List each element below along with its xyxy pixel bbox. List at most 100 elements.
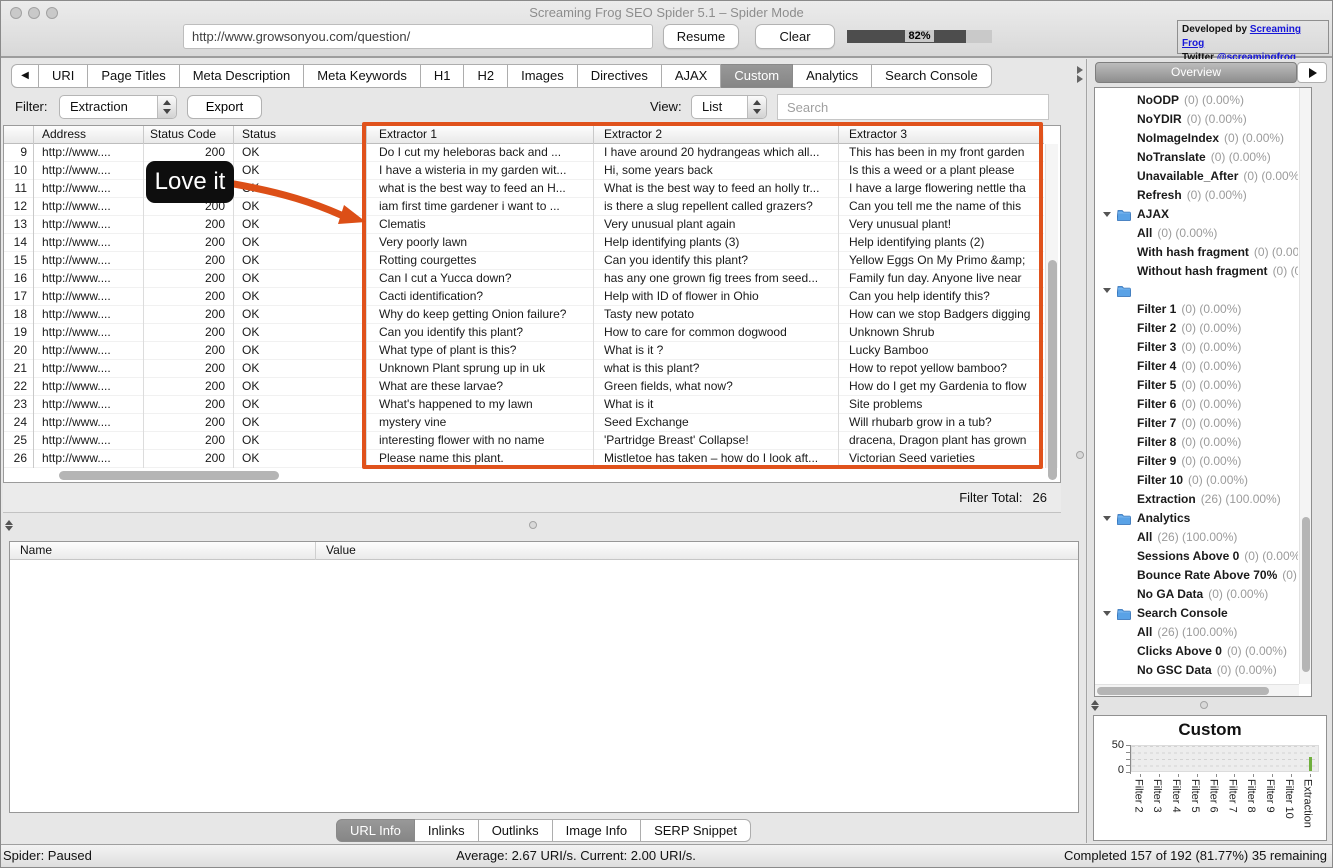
table-row[interactable]: 14 http://www.... 200 OK Very poorly law… xyxy=(4,234,1044,252)
column-header-extractor1[interactable]: Extractor 1 xyxy=(367,126,594,144)
overview-tree-item[interactable]: With hash fragment(0) (0.00%) xyxy=(1095,243,1298,262)
table-row[interactable]: 17 http://www.... 200 OK Cacti identific… xyxy=(4,288,1044,306)
overview-tree-item[interactable]: NoODP(0) (0.00%) xyxy=(1095,91,1298,110)
address-cell[interactable]: http://www.... xyxy=(34,360,144,378)
overview-tree-item[interactable]: No GSC Data(0) (0.00%) xyxy=(1095,661,1298,680)
overview-tree-item[interactable]: Extraction(26) (100.00%) xyxy=(1095,490,1298,509)
table-row[interactable]: 13 http://www.... 200 OK Clematis Very u… xyxy=(4,216,1044,234)
address-cell[interactable]: http://www.... xyxy=(34,378,144,396)
bottom-tab[interactable]: Inlinks xyxy=(415,819,479,842)
overview-tree-item[interactable]: Filter 2(0) (0.00%) xyxy=(1095,319,1298,338)
horizontal-splitter[interactable] xyxy=(1,513,1087,541)
address-cell[interactable]: http://www.... xyxy=(34,324,144,342)
overview-tree-item[interactable]: All(26) (100.00%) xyxy=(1095,623,1298,642)
overview-tree-item[interactable]: Filter 3(0) (0.00%) xyxy=(1095,338,1298,357)
url-input[interactable] xyxy=(183,24,653,49)
column-header-extractor3[interactable]: Extractor 3 xyxy=(839,126,1044,144)
bottom-tab[interactable]: URL Info xyxy=(336,819,415,842)
clear-button[interactable]: Clear xyxy=(755,24,835,49)
detail-column-value[interactable]: Value xyxy=(315,542,356,560)
column-header-status-code[interactable]: Status Code xyxy=(144,126,234,144)
address-cell[interactable]: http://www.... xyxy=(34,432,144,450)
overview-tree-item[interactable]: Refresh(0) (0.00%) xyxy=(1095,186,1298,205)
address-cell[interactable]: http://www.... xyxy=(34,306,144,324)
sidebar-splitter[interactable] xyxy=(1088,699,1333,713)
main-tab[interactable]: URI xyxy=(39,64,88,88)
tree-horizontal-scrollbar[interactable] xyxy=(1095,684,1299,696)
overview-tree-item[interactable]: Filter 5(0) (0.00%) xyxy=(1095,376,1298,395)
disclosure-triangle-icon[interactable] xyxy=(1103,611,1111,616)
export-button[interactable]: Export xyxy=(187,95,262,119)
address-cell[interactable]: http://www.... xyxy=(34,396,144,414)
tab-overflow-arrows[interactable] xyxy=(1077,65,1087,85)
overview-tree-item[interactable]: Clicks Above 0(0) (0.00%) xyxy=(1095,642,1298,661)
main-tab[interactable]: H2 xyxy=(464,64,508,88)
overview-tree-item[interactable]: Filter 1(0) (0.00%) xyxy=(1095,300,1298,319)
address-cell[interactable]: http://www.... xyxy=(34,144,144,162)
disclosure-triangle-icon[interactable] xyxy=(1103,516,1111,521)
main-tab[interactable]: Meta Description xyxy=(180,64,305,88)
address-cell[interactable]: http://www.... xyxy=(34,234,144,252)
table-vertical-scrollbar[interactable] xyxy=(1045,144,1058,468)
splitter-handle[interactable] xyxy=(1200,701,1208,709)
row-number-header[interactable] xyxy=(4,126,34,144)
main-tab[interactable]: H1 xyxy=(421,64,465,88)
table-row[interactable]: 20 http://www.... 200 OK What type of pl… xyxy=(4,342,1044,360)
search-input[interactable] xyxy=(777,94,1049,120)
overview-tree-item[interactable]: NoTranslate(0) (0.00%) xyxy=(1095,148,1298,167)
column-header-address[interactable]: Address xyxy=(34,126,144,144)
overview-tree-item[interactable]: Without hash fragment(0) (0.00%) xyxy=(1095,262,1298,281)
table-row[interactable]: 16 http://www.... 200 OK Can I cut a Yuc… xyxy=(4,270,1044,288)
main-tab[interactable]: Search Console xyxy=(872,64,992,88)
bottom-tab[interactable]: Outlinks xyxy=(479,819,553,842)
address-cell[interactable]: http://www.... xyxy=(34,198,144,216)
overview-tree-item[interactable]: Filter 10(0) (0.00%) xyxy=(1095,471,1298,490)
scrollbar-thumb[interactable] xyxy=(1302,517,1310,672)
main-tab[interactable]: Directives xyxy=(578,64,662,88)
table-row[interactable]: 24 http://www.... 200 OK mystery vine Se… xyxy=(4,414,1044,432)
splitter-handle[interactable] xyxy=(529,521,537,529)
table-row[interactable]: 25 http://www.... 200 OK interesting flo… xyxy=(4,432,1044,450)
filter-dropdown[interactable]: Extraction xyxy=(59,95,177,119)
overview-tree-item[interactable]: Filter 7(0) (0.00%) xyxy=(1095,414,1298,433)
overview-tree-item[interactable]: Sessions Above 0(0) (0.00%) xyxy=(1095,547,1298,566)
address-cell[interactable]: http://www.... xyxy=(34,252,144,270)
bottom-tab[interactable]: Image Info xyxy=(553,819,641,842)
address-cell[interactable]: http://www.... xyxy=(34,216,144,234)
address-cell[interactable]: http://www.... xyxy=(34,450,144,468)
scrollbar-thumb[interactable] xyxy=(1097,687,1269,695)
overview-tree-item[interactable]: Analytics xyxy=(1095,509,1298,528)
overview-tree-item[interactable]: Bounce Rate Above 70%(0) (0.00%) xyxy=(1095,566,1298,585)
column-header-status[interactable]: Status xyxy=(234,126,367,144)
scrollbar-thumb[interactable] xyxy=(1048,260,1057,480)
tree-vertical-scrollbar[interactable] xyxy=(1299,88,1311,684)
splitter-collapse-icon[interactable] xyxy=(1091,700,1099,711)
address-cell[interactable]: http://www.... xyxy=(34,414,144,432)
disclosure-triangle-icon[interactable] xyxy=(1103,212,1111,217)
panel-splitter-handle[interactable] xyxy=(1076,451,1084,459)
table-row[interactable]: 21 http://www.... 200 OK Unknown Plant s… xyxy=(4,360,1044,378)
table-row[interactable]: 26 http://www.... 200 OK Please name thi… xyxy=(4,450,1044,468)
disclosure-triangle-icon[interactable] xyxy=(1103,288,1111,293)
address-cell[interactable]: http://www.... xyxy=(34,270,144,288)
overview-tree-item[interactable]: Filter 9(0) (0.00%) xyxy=(1095,452,1298,471)
address-cell[interactable]: http://www.... xyxy=(34,342,144,360)
overview-tree-item[interactable]: All(0) (0.00%) xyxy=(1095,224,1298,243)
overview-tree-item[interactable]: Unavailable_After(0) (0.00%) xyxy=(1095,167,1298,186)
overview-header[interactable]: Overview xyxy=(1095,62,1297,83)
table-row[interactable]: 9 http://www.... 200 OK Do I cut my hele… xyxy=(4,144,1044,162)
overview-tree-item[interactable]: NoYDIR(0) (0.00%) xyxy=(1095,110,1298,129)
splitter-collapse-icon[interactable] xyxy=(5,520,13,531)
detail-column-name[interactable]: Name xyxy=(10,542,52,560)
address-cell[interactable]: http://www.... xyxy=(34,162,144,180)
main-tab[interactable]: Page Titles xyxy=(88,64,179,88)
table-row[interactable]: 15 http://www.... 200 OK Rotting courget… xyxy=(4,252,1044,270)
resume-button[interactable]: Resume xyxy=(663,24,739,49)
overview-tree-item[interactable]: Custom xyxy=(1095,281,1298,300)
overview-tree-item[interactable]: Search Console xyxy=(1095,604,1298,623)
column-header-extractor2[interactable]: Extractor 2 xyxy=(594,126,839,144)
tab-scroll-left-button[interactable]: ◀ xyxy=(11,64,39,88)
address-cell[interactable]: http://www.... xyxy=(34,288,144,306)
overview-tree-item[interactable]: AJAX xyxy=(1095,205,1298,224)
main-tab[interactable]: Images xyxy=(508,64,578,88)
